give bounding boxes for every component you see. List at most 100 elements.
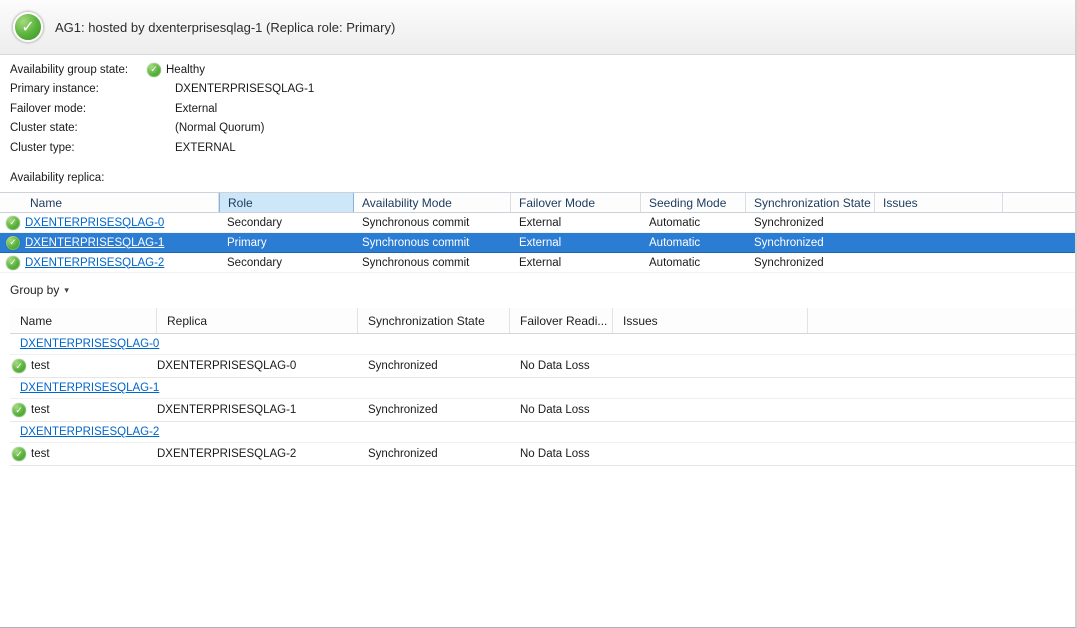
database-failover-readiness-cell: No Data Loss <box>510 399 613 421</box>
chevron-down-icon: ▾ <box>64 285 69 296</box>
summary-label: Cluster type: <box>10 142 147 154</box>
database-row[interactable]: ✓ test DXENTERPRISESQLAG-1SynchronizedNo D… <box>10 399 1075 422</box>
database-table-header-row: NameReplicaSynchronization StateFailover… <box>10 308 1075 334</box>
database-row[interactable]: ✓ test DXENTERPRISESQLAG-2SynchronizedNo D… <box>10 443 1075 466</box>
dashboard-title: AG1: hosted by dxenterprisesqlag-1 (Repl… <box>55 20 395 35</box>
replica-status-icon: ✓ <box>6 236 20 250</box>
database-issues-cell <box>613 443 808 465</box>
summary-label: Primary instance: <box>10 83 147 95</box>
replica-role-cell: Secondary <box>219 213 354 232</box>
summary-label: Availability group state: <box>10 64 147 76</box>
replica-synchronization-state-cell: Synchronized <box>746 253 875 272</box>
replica-header-filler <box>1003 193 1075 212</box>
replica-role-cell: Primary <box>219 233 354 252</box>
replica-failover-mode-cell: External <box>511 253 641 272</box>
replica-name-link[interactable]: DXENTERPRISESQLAG-0 <box>25 217 164 229</box>
replica-row[interactable]: ✓ DXENTERPRISESQLAG-2 SecondarySynchronous… <box>0 253 1075 273</box>
database-group-row: DXENTERPRISESQLAG-1 <box>10 378 1075 399</box>
replica-name-cell: ✓ DXENTERPRISESQLAG-2 <box>0 253 219 272</box>
group-replica-link[interactable]: DXENTERPRISESQLAG-1 <box>20 382 159 394</box>
database-name: test <box>31 360 50 372</box>
replica-name-link[interactable]: DXENTERPRISESQLAG-2 <box>25 257 164 269</box>
database-name: test <box>31 448 50 460</box>
db-column-header-replica[interactable]: Replica <box>157 308 358 333</box>
replica-status-icon: ✓ <box>6 216 20 230</box>
database-name-cell: ✓ test <box>10 443 157 465</box>
replica-status-icon: ✓ <box>6 256 20 270</box>
column-header-synchronization-state[interactable]: Synchronization State <box>746 193 875 212</box>
replica-seeding-mode-cell: Automatic <box>641 253 746 272</box>
availability-replica-label: Availability replica: <box>10 172 104 184</box>
replica-issues-cell <box>875 233 1003 252</box>
column-header-availability-mode[interactable]: Availability Mode <box>354 193 511 212</box>
replica-synchronization-state-cell: Synchronized <box>746 213 875 232</box>
replica-availability-mode-cell: Synchronous commit <box>354 213 511 232</box>
database-table: NameReplicaSynchronization StateFailover… <box>10 308 1075 466</box>
summary-value: (Normal Quorum) <box>175 122 264 134</box>
replica-failover-mode-cell: External <box>511 233 641 252</box>
database-synchronization-state-cell: Synchronized <box>358 355 510 377</box>
db-column-header-failover-readi[interactable]: Failover Readi... <box>510 308 613 333</box>
replica-name-cell: ✓ DXENTERPRISESQLAG-1 <box>0 233 219 252</box>
database-issues-cell <box>613 399 808 421</box>
column-header-failover-mode[interactable]: Failover Mode <box>511 193 641 212</box>
replica-name-link[interactable]: DXENTERPRISESQLAG-1 <box>25 237 164 249</box>
column-header-name[interactable]: Name <box>0 193 219 212</box>
summary-value: EXTERNAL <box>175 142 236 154</box>
database-issues-cell <box>613 355 808 377</box>
replica-issues-cell <box>875 213 1003 232</box>
healthy-status-icon: ✓ <box>147 63 161 77</box>
summary-row: Cluster state: (Normal Quorum) <box>10 119 1065 139</box>
database-failover-readiness-cell: No Data Loss <box>510 443 613 465</box>
replica-seeding-mode-cell: Automatic <box>641 213 746 232</box>
summary-value: DXENTERPRISESQLAG-1 <box>175 83 314 95</box>
database-failover-readiness-cell: No Data Loss <box>510 355 613 377</box>
replica-issues-cell <box>875 253 1003 272</box>
database-replica-cell: DXENTERPRISESQLAG-1 <box>157 399 358 421</box>
group-replica-link[interactable]: DXENTERPRISESQLAG-2 <box>20 426 159 438</box>
database-name-cell: ✓ test <box>10 355 157 377</box>
database-name: test <box>31 404 50 416</box>
summary-row: Availability group state:✓ Healthy <box>10 60 1065 80</box>
database-row[interactable]: ✓ test DXENTERPRISESQLAG-0SynchronizedNo D… <box>10 355 1075 378</box>
replica-availability-mode-cell: Synchronous commit <box>354 253 511 272</box>
replica-table-header-row: NameRoleAvailability ModeFailover ModeSe… <box>0 192 1075 213</box>
group-by-button[interactable]: Group by ▾ <box>10 283 69 297</box>
ag-healthy-check-icon: ✓ <box>13 12 43 42</box>
database-status-icon: ✓ <box>12 447 26 461</box>
summary-row: Failover mode: External <box>10 99 1065 119</box>
db-column-header-name[interactable]: Name <box>10 308 157 333</box>
summary-value: External <box>175 103 217 115</box>
column-header-issues[interactable]: Issues <box>875 193 1003 212</box>
group-replica-link[interactable]: DXENTERPRISESQLAG-0 <box>20 338 159 350</box>
summary-section: Availability group state:✓ Healthy Primary… <box>10 60 1065 158</box>
replica-availability-mode-cell: Synchronous commit <box>354 233 511 252</box>
database-synchronization-state-cell: Synchronized <box>358 443 510 465</box>
dashboard-header: ✓ AG1: hosted by dxenterprisesqlag-1 (Re… <box>0 0 1075 55</box>
database-group-row: DXENTERPRISESQLAG-0 <box>10 334 1075 355</box>
replica-failover-mode-cell: External <box>511 213 641 232</box>
database-status-icon: ✓ <box>12 359 26 373</box>
summary-label: Failover mode: <box>10 103 147 115</box>
column-header-seeding-mode[interactable]: Seeding Mode <box>641 193 746 212</box>
replica-row[interactable]: ✓ DXENTERPRISESQLAG-0 SecondarySynchronous… <box>0 213 1075 233</box>
database-synchronization-state-cell: Synchronized <box>358 399 510 421</box>
replica-synchronization-state-cell: Synchronized <box>746 233 875 252</box>
database-status-icon: ✓ <box>12 403 26 417</box>
database-replica-cell: DXENTERPRISESQLAG-0 <box>157 355 358 377</box>
column-header-role[interactable]: Role <box>219 193 354 212</box>
summary-row: Primary instance: DXENTERPRISESQLAG-1 <box>10 80 1065 100</box>
summary-label: Cluster state: <box>10 122 147 134</box>
db-column-header-synchronization-state[interactable]: Synchronization State <box>358 308 510 333</box>
group-by-label: Group by <box>10 283 59 297</box>
replica-row[interactable]: ✓ DXENTERPRISESQLAG-1 PrimarySynchronous c… <box>0 233 1075 253</box>
database-name-cell: ✓ test <box>10 399 157 421</box>
replica-seeding-mode-cell: Automatic <box>641 233 746 252</box>
summary-row: Cluster type: EXTERNAL <box>10 138 1065 158</box>
db-column-header-issues[interactable]: Issues <box>613 308 808 333</box>
database-replica-cell: DXENTERPRISESQLAG-2 <box>157 443 358 465</box>
database-group-row: DXENTERPRISESQLAG-2 <box>10 422 1075 443</box>
summary-value: Healthy <box>166 64 205 76</box>
replica-role-cell: Secondary <box>219 253 354 272</box>
replica-name-cell: ✓ DXENTERPRISESQLAG-0 <box>0 213 219 232</box>
